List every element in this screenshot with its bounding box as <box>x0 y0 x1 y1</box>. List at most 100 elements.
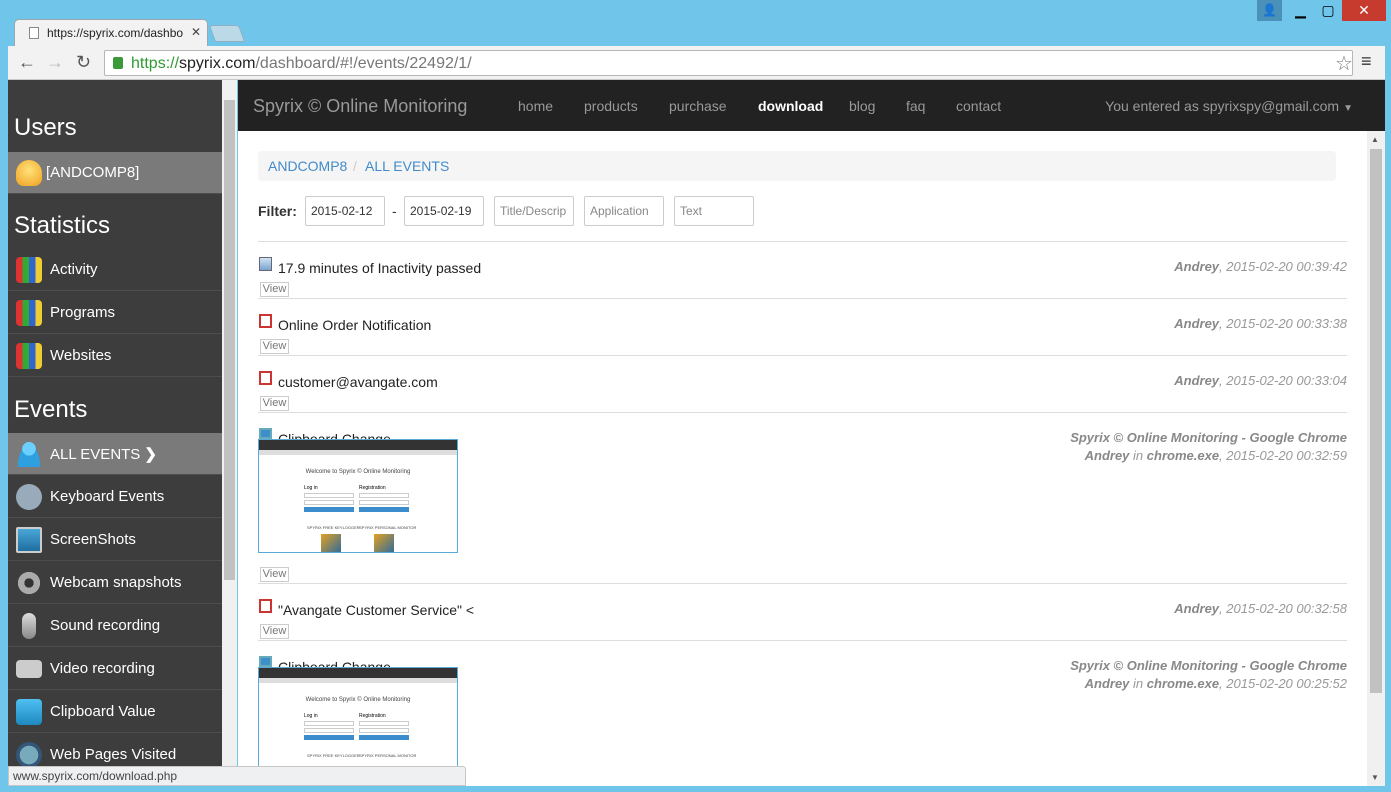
nav-home[interactable]: home <box>518 98 553 114</box>
clipboard-icon <box>259 371 272 385</box>
clipboard-icon <box>16 699 42 725</box>
event-title: "Avangate Customer Service" < <box>278 602 475 618</box>
reload-icon[interactable]: ↻ <box>76 52 91 73</box>
view-button[interactable]: View <box>260 282 289 297</box>
bookmark-star-icon[interactable]: ☆ <box>1335 51 1353 76</box>
sidebar-item-label: Activity <box>50 261 98 278</box>
minimize-button[interactable]: ▁ <box>1287 0 1314 21</box>
event-row: 17.9 minutes of Inactivity passed Andrey… <box>258 241 1347 298</box>
view-button[interactable]: View <box>260 396 289 411</box>
event-row: customer@avangate.com Andrey, 2015-02-20… <box>258 355 1347 412</box>
back-arrow-icon[interactable]: ← <box>18 52 36 73</box>
text-filter-input[interactable] <box>674 196 754 226</box>
nav-purchase[interactable]: purchase <box>669 98 727 114</box>
event-meta: Andrey, 2015-02-20 00:32:58 <box>1174 601 1347 616</box>
clipboard-icon <box>259 314 272 328</box>
chrome-menu-icon[interactable]: ≡ <box>1361 51 1372 72</box>
nav-products[interactable]: products <box>584 98 638 114</box>
lightbulb-icon <box>16 160 42 186</box>
breadcrumb-separator: / <box>353 158 357 174</box>
maximize-button[interactable]: ▢ <box>1314 0 1342 21</box>
scroll-up-icon[interactable]: ▲ <box>1371 135 1379 144</box>
scroll-down-icon[interactable]: ▼ <box>1371 773 1379 782</box>
forward-arrow-icon[interactable]: → <box>46 52 64 73</box>
sidebar-item-websites[interactable]: Websites <box>8 335 222 377</box>
status-bar-url: www.spyrix.com/download.php <box>8 766 466 786</box>
tab-title: https://spyrix.com/dashbo <box>47 26 184 40</box>
nav-download[interactable]: download <box>758 98 823 114</box>
event-title: customer@avangate.com <box>278 374 438 390</box>
event-title: Online Order Notification <box>278 317 432 333</box>
scrollbar-thumb[interactable] <box>224 100 235 580</box>
sidebar-item-label: ALL EVENTS ❯ <box>50 446 157 463</box>
sidebar-item-video-recording[interactable]: Video recording <box>8 648 222 690</box>
view-button[interactable]: View <box>260 624 289 639</box>
sidebar-scrollbar[interactable] <box>222 80 237 786</box>
application-filter-input[interactable] <box>584 196 664 226</box>
event-meta: Andrey, 2015-02-20 00:33:38 <box>1174 316 1347 331</box>
scrollbar-thumb[interactable] <box>1370 149 1382 693</box>
event-meta: Andrey, 2015-02-20 00:39:42 <box>1174 259 1347 274</box>
breadcrumb-all-events[interactable]: ALL EVENTS <box>365 158 449 174</box>
bar-chart-icon <box>16 257 42 283</box>
date-to-input[interactable] <box>404 196 484 226</box>
main-content: ANDCOMP8 / ALL EVENTS Filter: - 17.9 min… <box>238 131 1367 786</box>
sidebar-item-label: Websites <box>50 347 112 364</box>
inactivity-icon <box>259 257 272 271</box>
monitor-icon <box>16 527 42 553</box>
title-filter-input[interactable] <box>494 196 574 226</box>
bar-chart-icon <box>16 343 42 369</box>
sidebar-item-label: Sound recording <box>50 617 161 634</box>
nav-blog[interactable]: blog <box>849 98 875 114</box>
sidebar-item-keyboard-events[interactable]: Keyboard Events <box>8 476 222 518</box>
video-camera-icon <box>16 660 42 678</box>
tab-close-icon[interactable]: ✕ <box>191 25 201 39</box>
page-icon <box>29 27 39 39</box>
sidebar-item-sound-recording[interactable]: Sound recording <box>8 605 222 647</box>
clipboard-icon <box>259 599 272 613</box>
screenshot-thumbnail[interactable]: Welcome to Spyrix © Online Monitoring Lo… <box>258 667 458 781</box>
date-from-input[interactable] <box>305 196 385 226</box>
brand-link[interactable]: Spyrix © Online Monitoring <box>253 96 467 117</box>
sidebar-item-all-events[interactable]: ALL EVENTS ❯ <box>8 433 222 475</box>
bar-chart-icon <box>16 300 42 326</box>
event-meta: Spyrix © Online Monitoring - Google Chro… <box>1070 658 1347 691</box>
event-row: "Avangate Customer Service" < Andrey, 20… <box>258 583 1347 640</box>
sidebar-item-screenshots[interactable]: ScreenShots <box>8 519 222 561</box>
new-tab-button[interactable] <box>208 25 246 42</box>
url-text[interactable]: https://spyrix.com/dashboard/#!/events/2… <box>131 55 472 73</box>
profile-icon[interactable]: 👤 <box>1257 0 1282 21</box>
sidebar-item-label: Programs <box>50 304 116 321</box>
breadcrumb-andcomp8[interactable]: ANDCOMP8 <box>268 158 347 174</box>
caret-down-icon: ▼ <box>1343 103 1353 114</box>
close-window-button[interactable]: ✕ <box>1342 0 1386 21</box>
user-icon <box>16 441 42 467</box>
sidebar-item-user[interactable]: [ANDCOMP8] <box>8 152 222 194</box>
sidebar-item-label: Web Pages Visited <box>50 746 177 763</box>
sidebar-item-clipboard-value[interactable]: Clipboard Value <box>8 691 222 733</box>
view-button[interactable]: View <box>260 567 289 582</box>
main-scrollbar[interactable]: ▲ ▼ <box>1367 131 1385 786</box>
event-row: Clipboard Change Spyrix © Online Monitor… <box>258 640 1347 786</box>
users-header: Users <box>14 114 77 141</box>
sidebar-item-label: Video recording <box>50 660 155 677</box>
nav-contact[interactable]: contact <box>956 98 1001 114</box>
sidebar-item-programs[interactable]: Programs <box>8 292 222 334</box>
event-meta: Spyrix © Online Monitoring - Google Chro… <box>1070 430 1347 463</box>
webcam-icon <box>16 570 42 596</box>
view-button[interactable]: View <box>260 339 289 354</box>
sidebar-item-label: Keyboard Events <box>50 488 165 505</box>
date-separator: - <box>392 203 397 219</box>
nav-faq[interactable]: faq <box>906 98 925 114</box>
sidebar-item-webcam-snapshots[interactable]: Webcam snapshots <box>8 562 222 604</box>
browser-tab[interactable]: https://spyrix.com/dashbo ✕ <box>14 19 208 46</box>
sidebar-item-activity[interactable]: Activity <box>8 249 222 291</box>
filter-label: Filter: <box>258 203 297 219</box>
user-account-dropdown[interactable]: You entered as spyrixspy@gmail.com ▼ <box>1105 98 1353 114</box>
site-navbar: Spyrix © Online Monitoring home products… <box>238 80 1385 131</box>
breadcrumb: ANDCOMP8 / ALL EVENTS <box>258 151 1336 181</box>
address-bar[interactable]: https://spyrix.com/dashboard/#!/events/2… <box>104 50 1353 76</box>
statistics-header: Statistics <box>14 212 111 239</box>
screenshot-thumbnail[interactable]: Welcome to Spyrix © Online Monitoring Lo… <box>258 439 458 553</box>
event-title: 17.9 minutes of Inactivity passed <box>278 260 482 276</box>
